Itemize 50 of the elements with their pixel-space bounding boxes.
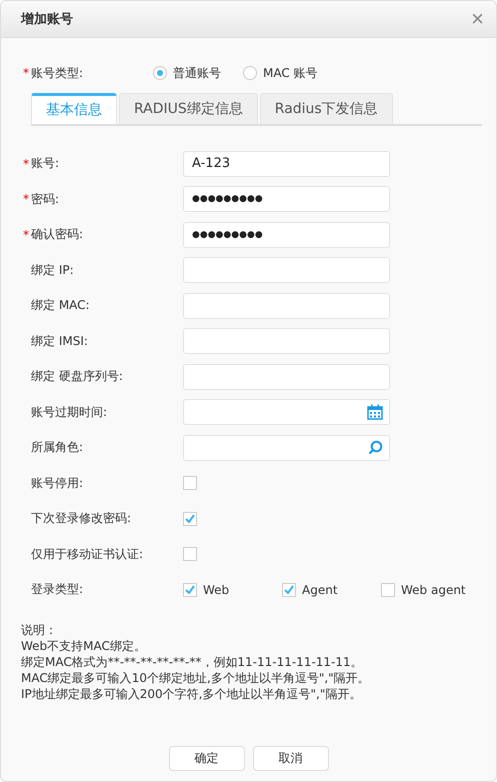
input-field[interactable] bbox=[183, 292, 390, 319]
field-label: 账号过期时间: bbox=[31, 404, 108, 421]
field-label: 登录类型: bbox=[31, 581, 84, 598]
input-field[interactable] bbox=[183, 257, 390, 284]
checkbox[interactable] bbox=[381, 582, 395, 597]
note-text: Web不支持MAC绑定。 bbox=[21, 638, 147, 654]
field-label: 绑定 硬盘序列号: bbox=[31, 368, 123, 386]
input-field[interactable] bbox=[183, 364, 390, 390]
field-label: 账号类型: bbox=[31, 64, 84, 82]
tab[interactable]: Radius下发信息 bbox=[260, 93, 393, 124]
password-field[interactable]: ●●●●●●●●● bbox=[183, 186, 390, 212]
confirm-button[interactable]: 确定 bbox=[168, 746, 244, 770]
search-icon[interactable] bbox=[368, 440, 383, 456]
field-label: 绑定 MAC: bbox=[31, 297, 90, 314]
checkbox[interactable] bbox=[183, 582, 197, 597]
checkbox[interactable] bbox=[282, 582, 296, 597]
field-label: 仅用于移动证书认证: bbox=[31, 546, 144, 563]
required-mark: * bbox=[23, 192, 29, 206]
radio-option[interactable]: 普通账号 bbox=[153, 64, 221, 82]
required-mark: * bbox=[23, 156, 29, 171]
note-text: IP地址绑定最多可输入200个字符,多个地址以半角逗号","隔开。 bbox=[21, 686, 362, 702]
cancel-button[interactable]: 取消 bbox=[252, 746, 328, 770]
required-mark: * bbox=[23, 228, 29, 242]
field-label: 绑定 IMSI: bbox=[31, 332, 88, 350]
password-field[interactable]: ●●●●●●●●● bbox=[183, 222, 390, 248]
window-title: 增加账号 bbox=[21, 11, 73, 28]
option-label: Web bbox=[203, 582, 230, 597]
field-label: 账号: bbox=[31, 155, 60, 172]
option-label: Web agent bbox=[401, 582, 466, 597]
note-text: 说明： bbox=[21, 622, 58, 638]
field-label: 下次登录修改密码: bbox=[31, 510, 132, 528]
tab[interactable]: RADIUS绑定信息 bbox=[119, 93, 258, 124]
field-label: 绑定 IP: bbox=[31, 262, 74, 279]
field-label: 确认密码: bbox=[31, 226, 84, 244]
calendar-icon[interactable] bbox=[367, 404, 383, 420]
radio-option[interactable]: MAC 账号 bbox=[243, 64, 318, 82]
input-field[interactable] bbox=[183, 328, 390, 354]
field-label: 所属角色: bbox=[31, 439, 84, 456]
checkbox[interactable] bbox=[183, 512, 197, 526]
date-field[interactable] bbox=[183, 399, 390, 426]
checkbox[interactable] bbox=[183, 476, 197, 490]
note-text: 绑定MAC格式为**-**-**-**-**-**，例如11-11-11-11-11-11。 bbox=[21, 654, 364, 670]
option-label: Agent bbox=[302, 582, 338, 597]
note-text: MAC绑定最多可输入10个绑定地址,多个地址以半角逗号","隔开。 bbox=[21, 670, 371, 686]
field-label: 账号停用: bbox=[31, 474, 84, 492]
checkbox[interactable] bbox=[183, 547, 197, 562]
input-field[interactable]: A-123 bbox=[183, 150, 390, 177]
search-field[interactable] bbox=[183, 434, 390, 461]
field-label: 密码: bbox=[31, 190, 60, 208]
required-mark: * bbox=[23, 66, 29, 80]
